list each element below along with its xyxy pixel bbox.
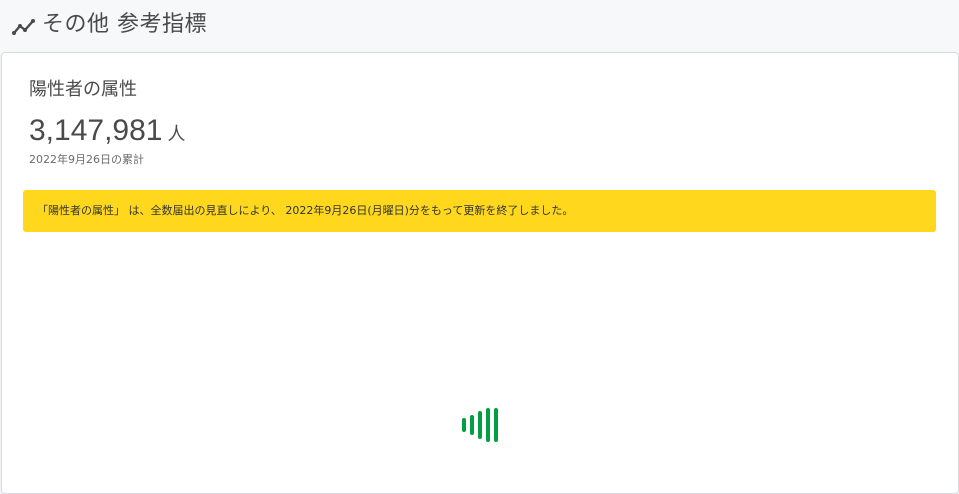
count-unit: 人 — [167, 124, 186, 145]
loading-bars-icon — [462, 407, 502, 443]
positive-cases-attributes-card: 陽性者の属性 3,147,981 人 2022年9月26日の累計 「陽性者の属性」… — [1, 52, 959, 494]
page-header: その他 参考指標 — [0, 0, 959, 52]
cumulative-date-note: 2022年9月26日の累計 — [29, 153, 144, 166]
loader-bar — [462, 418, 466, 432]
loader-bar — [486, 408, 490, 442]
loader-bar — [478, 411, 482, 439]
loader-bar — [470, 415, 474, 435]
notice-text: 「陽性者の属性」 は、全数届出の見直しにより、 2022年9月26日(月曜日)分… — [37, 204, 574, 217]
page-title: その他 参考指標 — [42, 12, 207, 37]
card-title: 陽性者の属性 — [29, 79, 137, 100]
trend-line-icon — [12, 19, 35, 35]
update-ended-notice: 「陽性者の属性」 は、全数届出の見直しにより、 2022年9月26日(月曜日)分… — [23, 190, 936, 232]
card-value: 3,147,981 人 — [29, 113, 185, 149]
cumulative-count: 3,147,981 — [29, 114, 163, 147]
loader-bar — [494, 408, 498, 442]
